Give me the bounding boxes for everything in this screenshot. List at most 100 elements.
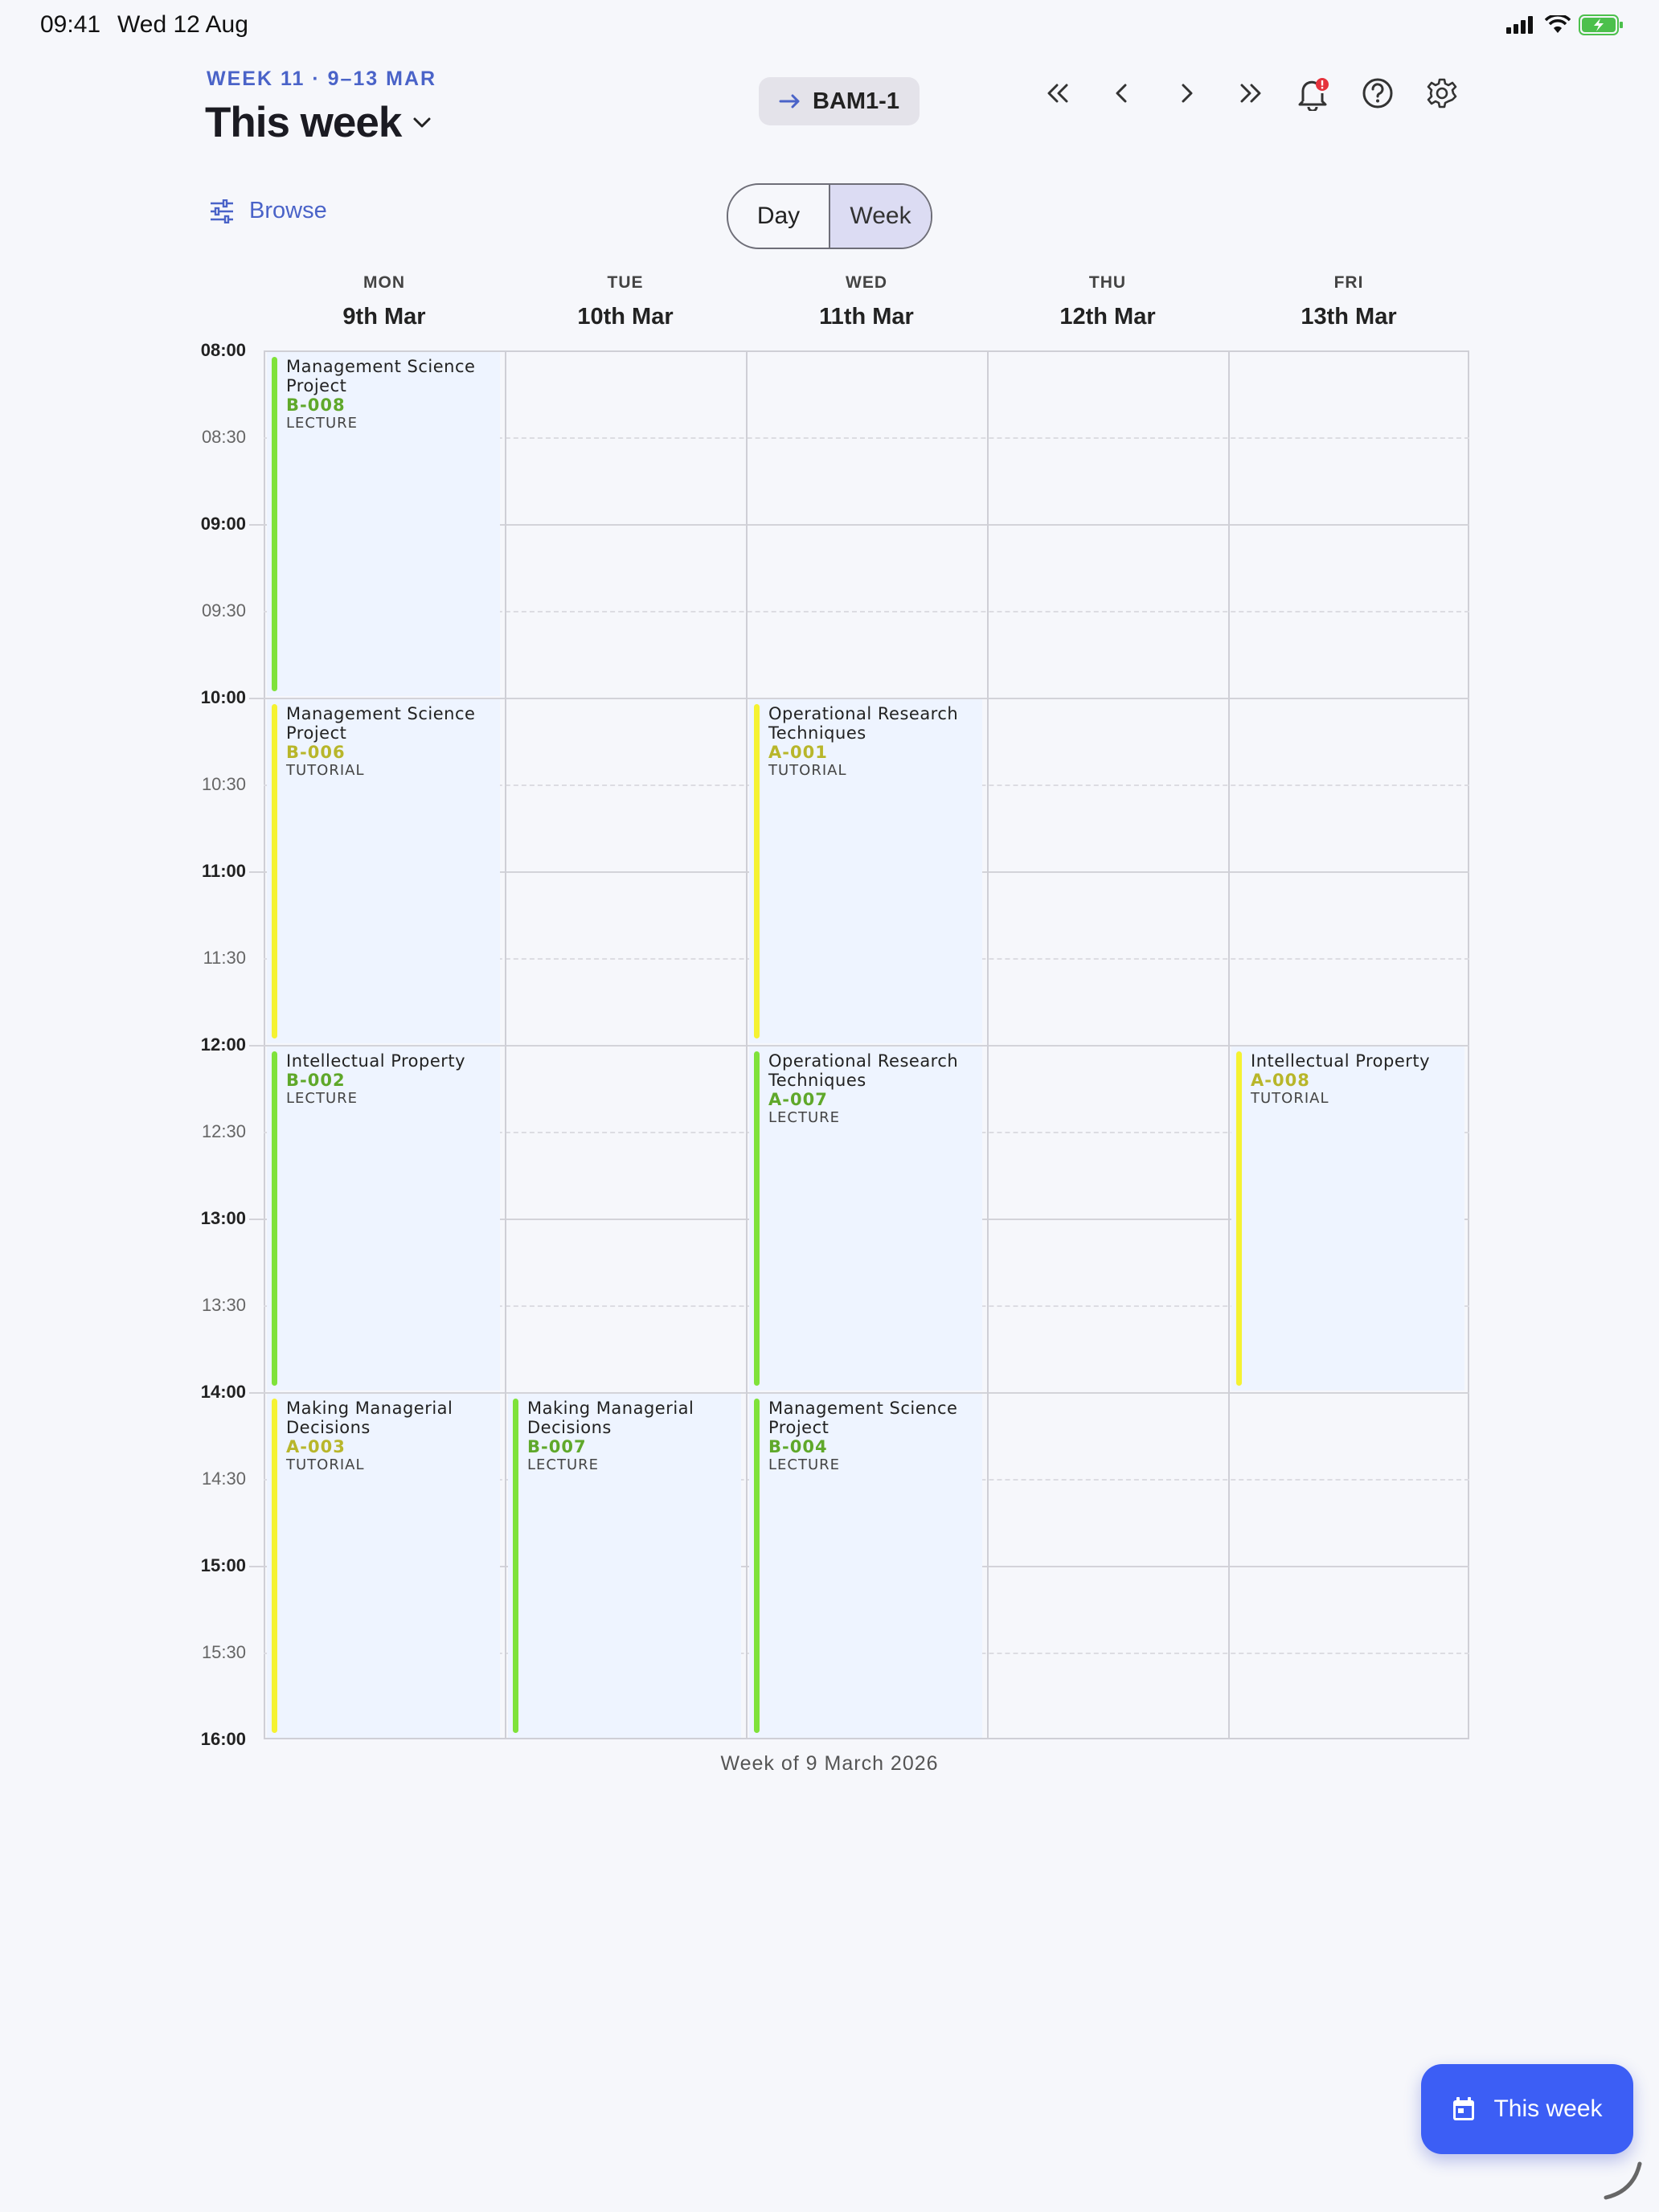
browse-button[interactable]: Browse	[209, 198, 327, 224]
time-label: 13:30	[201, 1295, 246, 1315]
event-type: TUTORIAL	[286, 1456, 365, 1473]
day-date: 9th Mar	[342, 304, 426, 330]
event-room: B-004	[768, 1437, 828, 1456]
event-type: LECTURE	[768, 1109, 841, 1126]
time-label: 11:30	[203, 948, 246, 968]
event-room: B-002	[286, 1071, 346, 1090]
time-label: 14:30	[201, 1469, 246, 1489]
week-footer-note: Week of 9 March 2026	[720, 1752, 939, 1775]
event-card[interactable]: Management Science Project B-006 TUTORIA…	[267, 699, 500, 1043]
status-date: Wed 12 Aug	[117, 11, 248, 38]
chevron-right-icon	[1182, 84, 1193, 103]
event-color-bar	[754, 704, 760, 1038]
day-name: WED	[846, 273, 887, 292]
event-card[interactable]: Management Science Project B-008 LECTURE	[267, 352, 500, 696]
time-label: 12:00	[200, 1034, 246, 1055]
event-type: LECTURE	[527, 1456, 600, 1473]
day-header: FRI 13th Mar	[1228, 273, 1469, 330]
battery-charging-icon	[1579, 14, 1623, 35]
event-color-bar	[272, 357, 277, 691]
day-header: WED 11th Mar	[746, 273, 987, 330]
event-room: A-001	[768, 743, 828, 762]
event-room: B-008	[286, 395, 346, 415]
event-color-bar	[1236, 1051, 1242, 1386]
time-label: 15:30	[201, 1642, 246, 1662]
time-label: 13:00	[200, 1208, 246, 1228]
event-type: LECTURE	[768, 1456, 841, 1473]
event-card[interactable]: Operational Research Techniques A-001 TU…	[749, 699, 982, 1043]
time-label: 14:00	[200, 1382, 246, 1402]
event-type: TUTORIAL	[1251, 1090, 1329, 1107]
day-name: FRI	[1333, 273, 1364, 292]
event-title: Making Managerial Decisions	[527, 1399, 694, 1437]
first-week-button[interactable]	[1034, 69, 1082, 117]
event-title: Operational Research Techniques	[768, 704, 959, 743]
chevron-left-icon	[1116, 84, 1127, 103]
view-toggle: Day Week	[727, 183, 932, 249]
this-week-button[interactable]: This week	[1421, 2064, 1633, 2154]
day-date: 10th Mar	[577, 304, 674, 330]
bell-alert-icon	[1298, 78, 1329, 111]
event-type: LECTURE	[286, 1090, 358, 1107]
day-date: 12th Mar	[1059, 304, 1156, 330]
event-card[interactable]: Management Science Project B-004 LECTURE	[749, 1394, 982, 1738]
calendar-icon	[1453, 2097, 1475, 2120]
day-header: MON 9th Mar	[264, 273, 505, 330]
week-selector[interactable]: This week	[205, 98, 432, 147]
time-label: 12:30	[201, 1121, 246, 1141]
event-room: B-006	[286, 743, 346, 762]
event-type: LECTURE	[286, 415, 358, 432]
event-card[interactable]: Making Managerial Decisions A-003 TUTORI…	[267, 1394, 500, 1738]
day-date: 11th Mar	[819, 304, 914, 330]
home-indicator	[1604, 2161, 1642, 2200]
event-card[interactable]: Operational Research Techniques A-007 LE…	[749, 1047, 982, 1391]
help-icon	[1362, 78, 1393, 109]
event-card[interactable]: Intellectual Property B-002 LECTURE	[267, 1047, 500, 1391]
event-room: A-003	[286, 1437, 346, 1456]
event-room: B-007	[527, 1437, 587, 1456]
help-button[interactable]	[1354, 69, 1402, 117]
status-time: 09:41	[40, 11, 101, 38]
day-name: TUE	[607, 273, 644, 292]
last-week-button[interactable]	[1227, 69, 1275, 117]
signal-icon	[1506, 16, 1533, 34]
day-name: MON	[363, 273, 405, 292]
gear-icon	[1427, 78, 1457, 109]
chevron-down-icon	[413, 117, 431, 127]
this-week-label: This week	[1493, 2095, 1603, 2122]
page-title: This week	[205, 99, 402, 146]
time-label: 11:00	[201, 861, 246, 881]
status-icons	[1506, 14, 1624, 35]
settings-button[interactable]	[1418, 69, 1466, 117]
event-title: Management Science Project	[768, 1399, 958, 1437]
event-card[interactable]: Intellectual Property A-008 TUTORIAL	[1231, 1047, 1464, 1391]
wifi-icon	[1545, 15, 1571, 33]
day-header: TUE 10th Mar	[505, 273, 746, 330]
week-label: WEEK 11 · 9–13 MAR	[207, 68, 437, 90]
double-chevron-left-icon	[1047, 84, 1068, 103]
notifications-button[interactable]	[1289, 69, 1337, 117]
group-chip[interactable]: BAM1-1	[759, 77, 920, 125]
event-title: Management Science Project	[286, 357, 476, 395]
event-title: Management Science Project	[286, 704, 476, 743]
time-label: 10:30	[201, 774, 246, 794]
double-chevron-right-icon	[1240, 84, 1261, 103]
event-title: Making Managerial Decisions	[286, 1399, 453, 1437]
event-color-bar	[754, 1051, 760, 1386]
time-label: 09:30	[201, 600, 246, 621]
time-label: 10:00	[200, 687, 246, 707]
view-toggle-week[interactable]: Week	[829, 185, 931, 248]
time-label: 15:00	[200, 1555, 246, 1575]
day-column-divider	[1228, 350, 1230, 1739]
previous-week-button[interactable]	[1098, 69, 1146, 117]
view-toggle-day[interactable]: Day	[728, 185, 829, 248]
event-card[interactable]: Making Managerial Decisions B-007 LECTUR…	[508, 1394, 741, 1738]
event-room: A-008	[1251, 1071, 1310, 1090]
event-color-bar	[272, 1399, 277, 1733]
event-title: Intellectual Property	[286, 1051, 466, 1071]
time-label: 09:00	[200, 514, 246, 534]
day-column-divider	[505, 350, 506, 1739]
event-type: TUTORIAL	[768, 762, 847, 779]
browse-label: Browse	[249, 198, 327, 223]
next-week-button[interactable]	[1162, 69, 1210, 117]
